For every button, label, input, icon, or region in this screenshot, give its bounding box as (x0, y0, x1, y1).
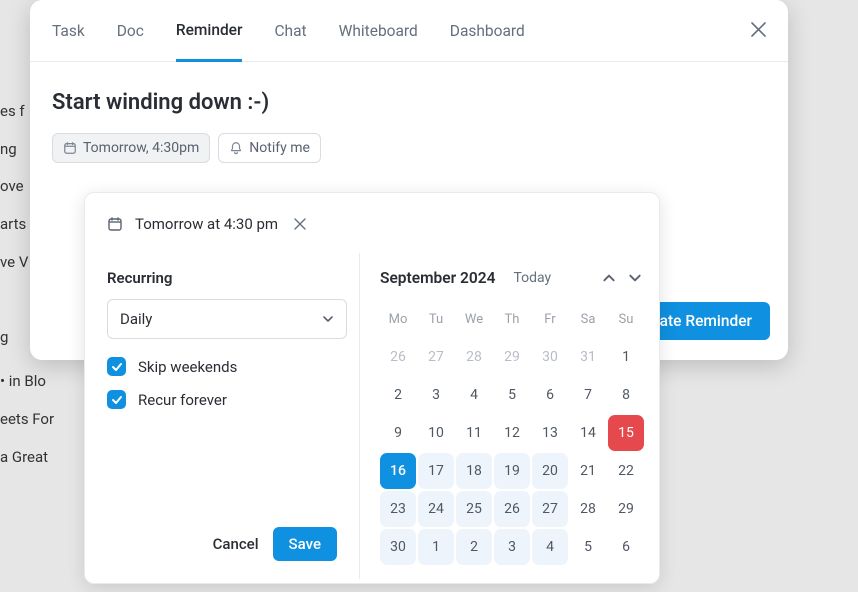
calendar-day[interactable]: 9 (380, 415, 416, 451)
calendar-day[interactable]: 24 (418, 491, 454, 527)
tab-chat[interactable]: Chat (274, 0, 306, 62)
calendar-day[interactable]: 30 (380, 529, 416, 565)
save-button[interactable]: Save (273, 527, 337, 561)
clear-date-icon[interactable] (294, 218, 306, 230)
calendar-day[interactable]: 28 (570, 491, 606, 527)
calendar-day[interactable]: 1 (418, 529, 454, 565)
calendar-day[interactable]: 29 (494, 339, 530, 375)
calendar-day[interactable]: 4 (532, 529, 568, 565)
background-text: ng (0, 140, 17, 158)
calendar-day[interactable]: 14 (570, 415, 606, 451)
calendar-day[interactable]: 6 (608, 529, 644, 565)
chip-row: Tomorrow, 4:30pm Notify me (30, 133, 788, 163)
calendar-day[interactable]: 21 (570, 453, 606, 489)
reminder-title[interactable]: Start winding down :-) (30, 62, 788, 133)
calendar-day[interactable]: 1 (608, 339, 644, 375)
calendar-day[interactable]: 26 (494, 491, 530, 527)
calendar-day[interactable]: 17 (418, 453, 454, 489)
calendar-day[interactable]: 27 (418, 339, 454, 375)
calendar-dow: Mo (380, 301, 416, 337)
calendar-dow: We (456, 301, 492, 337)
popover-date-text: Tomorrow at 4:30 pm (135, 215, 278, 233)
calendar-day[interactable]: 5 (494, 377, 530, 413)
calendar-day[interactable]: 7 (570, 377, 606, 413)
tab-doc[interactable]: Doc (117, 0, 144, 62)
background-text: g (0, 328, 8, 346)
modal-tab-bar: Task Doc Reminder Chat Whiteboard Dashboard (30, 0, 788, 62)
next-month-icon[interactable] (626, 269, 644, 287)
calendar-day[interactable]: 8 (608, 377, 644, 413)
calendar-day[interactable]: 4 (456, 377, 492, 413)
calendar-day[interactable]: 31 (570, 339, 606, 375)
recurrence-panel: Recurring Daily Skip weekends Recur fore… (85, 253, 360, 579)
background-text: ve V (0, 253, 28, 271)
frequency-select[interactable]: Daily (107, 299, 347, 339)
calendar-day[interactable]: 3 (494, 529, 530, 565)
background-text: eets For (0, 410, 54, 428)
chevron-down-icon (322, 313, 334, 325)
calendar-day[interactable]: 3 (418, 377, 454, 413)
date-chip-label: Tomorrow, 4:30pm (83, 140, 199, 156)
calendar-grid: MoTuWeThFrSaSu26272829303112345678910111… (380, 301, 644, 565)
calendar-day[interactable]: 27 (532, 491, 568, 527)
calendar-day[interactable]: 2 (456, 529, 492, 565)
calendar-day[interactable]: 5 (570, 529, 606, 565)
tab-task[interactable]: Task (52, 0, 85, 62)
tab-dashboard[interactable]: Dashboard (450, 0, 525, 62)
calendar-day[interactable]: 26 (380, 339, 416, 375)
skip-weekends-checkbox[interactable] (107, 357, 126, 376)
calendar-day[interactable]: 25 (456, 491, 492, 527)
calendar-icon (63, 141, 77, 155)
calendar-icon (107, 216, 123, 232)
today-button[interactable]: Today (513, 270, 551, 286)
skip-weekends-row[interactable]: Skip weekends (107, 357, 337, 376)
recur-forever-row[interactable]: Recur forever (107, 390, 337, 409)
calendar-dow: Fr (532, 301, 568, 337)
background-text: es f (0, 102, 25, 120)
calendar-dow: Tu (418, 301, 454, 337)
calendar-day[interactable]: 12 (494, 415, 530, 451)
close-icon[interactable] (751, 22, 766, 37)
calendar-day[interactable]: 10 (418, 415, 454, 451)
calendar-day[interactable]: 20 (532, 453, 568, 489)
calendar-dow: Th (494, 301, 530, 337)
calendar-day[interactable]: 29 (608, 491, 644, 527)
prev-month-icon[interactable] (600, 269, 618, 287)
cancel-button[interactable]: Cancel (213, 535, 259, 553)
notify-chip-label: Notify me (249, 140, 310, 156)
calendar-day[interactable]: 18 (456, 453, 492, 489)
tab-reminder[interactable]: Reminder (176, 0, 243, 62)
recurring-heading: Recurring (107, 269, 337, 287)
popover-header: Tomorrow at 4:30 pm (85, 193, 659, 253)
calendar-dow: Su (608, 301, 644, 337)
calendar-day[interactable]: 13 (532, 415, 568, 451)
calendar-day[interactable]: 22 (608, 453, 644, 489)
calendar-day[interactable]: 16 (380, 453, 416, 489)
calendar-dow: Sa (570, 301, 606, 337)
calendar-day[interactable]: 30 (532, 339, 568, 375)
background-text: a Great (0, 448, 48, 466)
recur-forever-checkbox[interactable] (107, 390, 126, 409)
calendar-day[interactable]: 28 (456, 339, 492, 375)
bell-icon (229, 141, 243, 155)
frequency-value: Daily (120, 310, 152, 328)
calendar-panel: September 2024 Today MoTuWeThFrSaSu26272… (360, 253, 664, 579)
date-recurrence-popover: Tomorrow at 4:30 pm Recurring Daily Skip… (84, 192, 660, 584)
calendar-day[interactable]: 19 (494, 453, 530, 489)
notify-chip[interactable]: Notify me (218, 133, 321, 163)
skip-weekends-label: Skip weekends (138, 358, 237, 376)
recur-forever-label: Recur forever (138, 391, 227, 409)
calendar-day[interactable]: 15 (608, 415, 644, 451)
tab-whiteboard[interactable]: Whiteboard (339, 0, 418, 62)
calendar-title: September 2024 (380, 269, 495, 287)
background-text: arts (0, 215, 26, 233)
calendar-day[interactable]: 23 (380, 491, 416, 527)
calendar-day[interactable]: 2 (380, 377, 416, 413)
background-text: • in Blo (0, 372, 46, 390)
calendar-day[interactable]: 6 (532, 377, 568, 413)
calendar-day[interactable]: 11 (456, 415, 492, 451)
date-chip[interactable]: Tomorrow, 4:30pm (52, 133, 210, 163)
background-text: ove (0, 177, 24, 195)
